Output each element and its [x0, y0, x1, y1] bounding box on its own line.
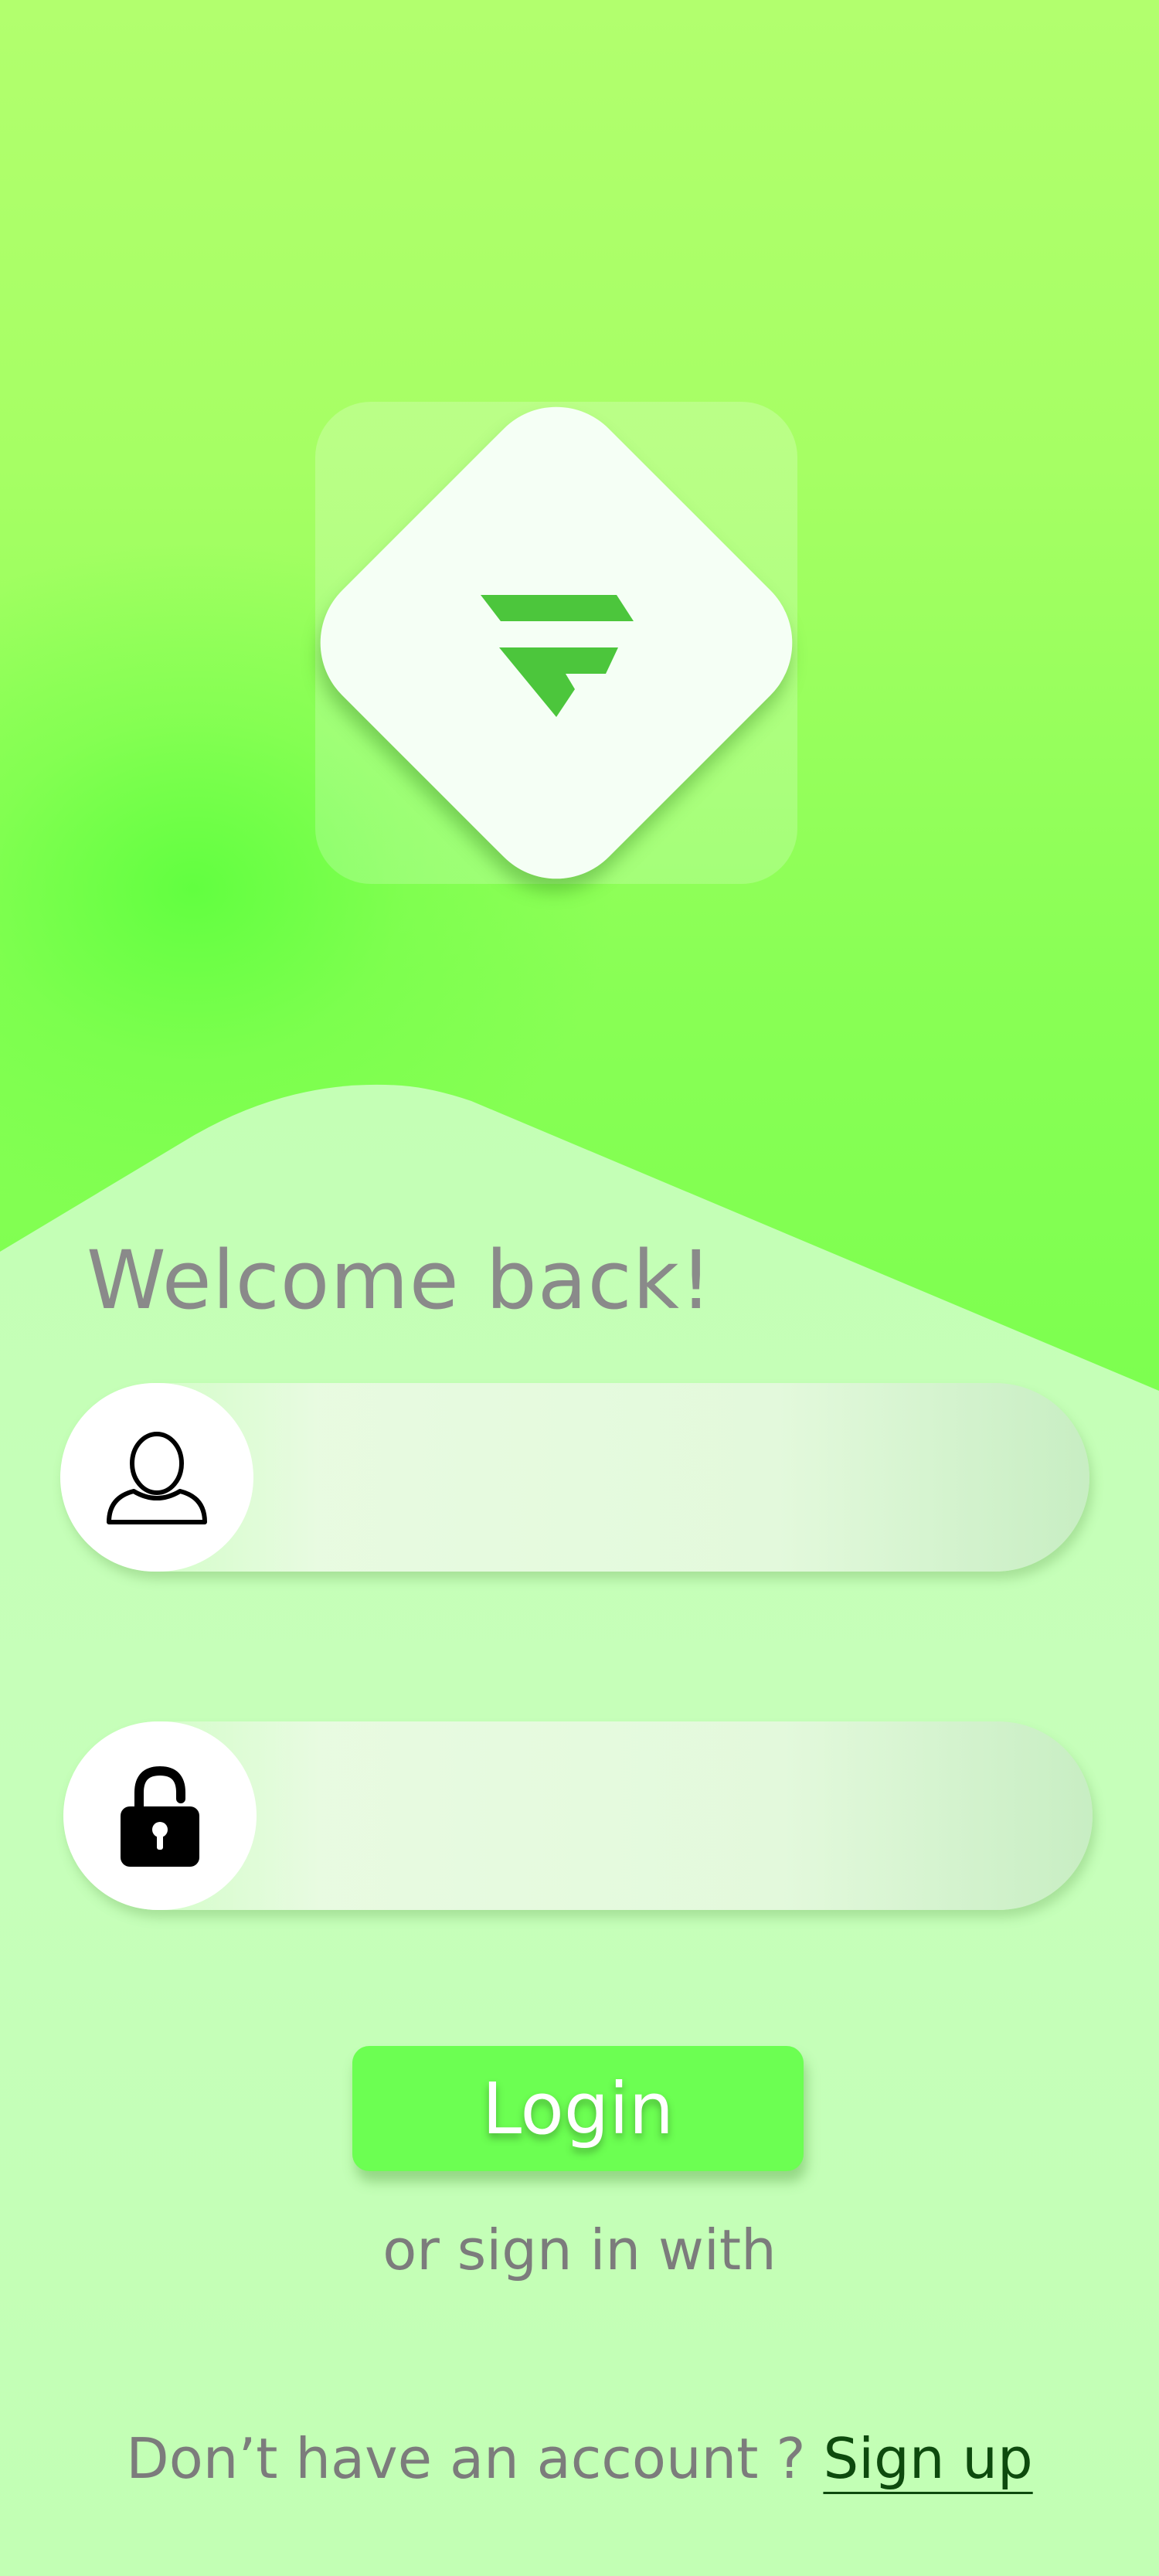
alt-signin-text: or sign in with	[382, 2217, 777, 2282]
login-screen: Welcome back! Login or sign in with Don’…	[0, 0, 1159, 2576]
username-input[interactable]	[269, 1414, 1045, 1542]
user-icon-circle	[60, 1383, 253, 1572]
login-button[interactable]: Login	[352, 2046, 804, 2171]
username-field[interactable]	[60, 1383, 1089, 1572]
password-field[interactable]	[63, 1721, 1093, 1910]
signup-link[interactable]: Sign up	[823, 2426, 1032, 2491]
user-icon	[107, 1432, 207, 1524]
lock-icon-circle	[63, 1721, 257, 1910]
brand-logo-icon	[481, 595, 634, 717]
signup-row: Don’t have an account ? Sign up	[0, 2426, 1159, 2491]
signup-prompt: Don’t have an account ?	[126, 2426, 806, 2491]
password-input[interactable]	[272, 1752, 1048, 1881]
lock-icon	[121, 1765, 199, 1867]
page-title: Welcome back!	[87, 1233, 713, 1327]
